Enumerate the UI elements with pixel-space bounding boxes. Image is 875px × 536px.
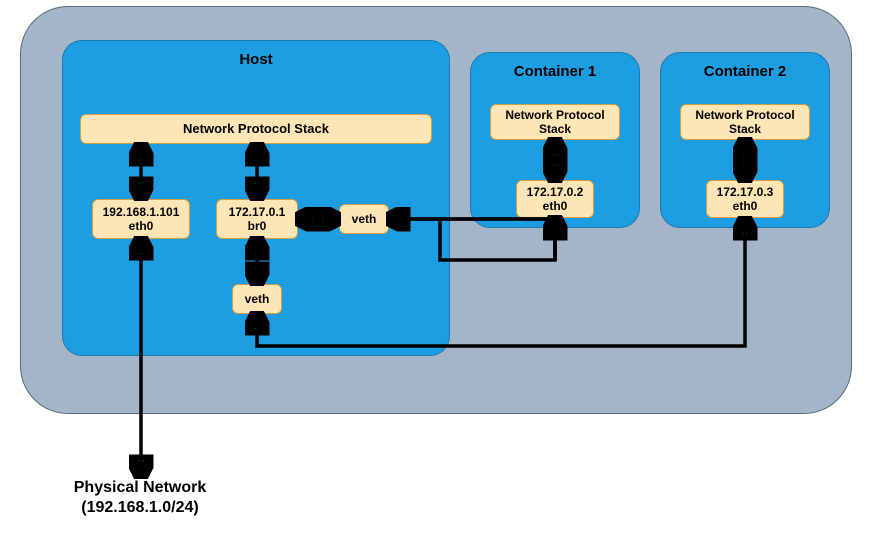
container-2-eth0-if: eth0 [733,199,758,213]
host-br0-if: br0 [248,219,267,233]
container-2-stack-label-l1: Network Protocol [695,108,794,122]
container-1-stack-label-l2: Stack [539,122,571,136]
physical-network-label: Physical Network (192.168.1.0/24) [40,478,240,518]
host-title: Host [63,51,449,68]
container-2-title: Container 2 [661,63,829,80]
container-2-network-stack: Network Protocol Stack [680,104,810,140]
host-eth0-ip: 192.168.1.101 [103,205,180,219]
container-2-eth0: 172.17.0.3 eth0 [706,180,784,218]
container-1-title: Container 1 [471,63,639,80]
host-eth0-if: eth0 [129,219,154,233]
host-br0-ip: 172.17.0.1 [229,205,286,219]
container-2-eth0-ip: 172.17.0.3 [717,185,774,199]
host-eth0: 192.168.1.101 eth0 [92,199,190,239]
host-veth-b: veth [232,284,282,314]
host-veth-a-label: veth [352,212,377,226]
host-veth-b-label: veth [245,292,270,306]
host-veth-a: veth [339,204,389,234]
physical-subnet: (192.168.1.0/24) [81,499,198,516]
host-network-stack: Network Protocol Stack [80,114,432,144]
diagram-stage: Host Network Protocol Stack 192.168.1.10… [0,0,875,536]
physical-title: Physical Network [74,479,207,496]
container-1-eth0-ip: 172.17.0.2 [527,185,584,199]
container-1-eth0-if: eth0 [543,199,568,213]
container-2-stack-label-l2: Stack [729,122,761,136]
container-1-stack-label-l1: Network Protocol [505,108,604,122]
host-stack-label: Network Protocol Stack [183,121,329,137]
host-br0: 172.17.0.1 br0 [216,199,298,239]
container-1-eth0: 172.17.0.2 eth0 [516,180,594,218]
container-1-network-stack: Network Protocol Stack [490,104,620,140]
